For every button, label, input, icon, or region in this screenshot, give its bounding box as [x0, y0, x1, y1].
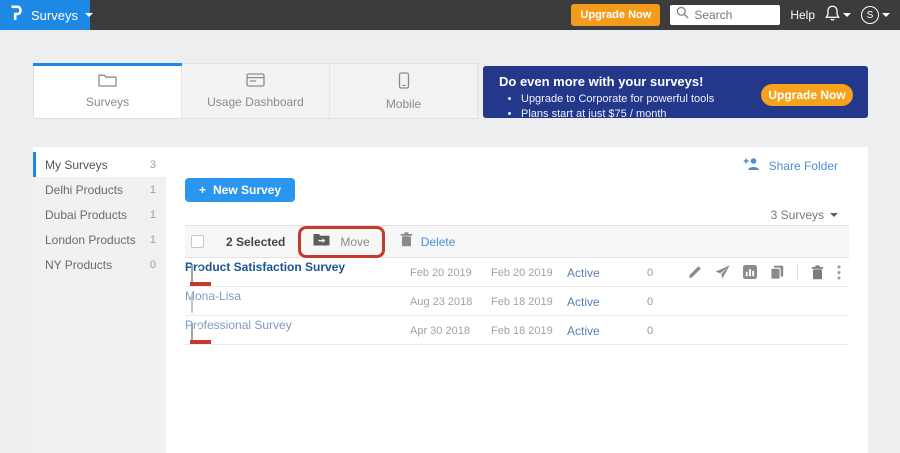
reports-icon[interactable] — [743, 265, 757, 279]
sidebar-item-my-surveys[interactable]: My Surveys 3 — [33, 152, 166, 177]
topbar-right: Upgrade Now Help S — [571, 4, 900, 26]
sidebar-item-london-products[interactable]: London Products 1 — [33, 227, 166, 252]
share-user-icon — [743, 157, 761, 174]
product-switcher[interactable]: Surveys — [0, 0, 90, 30]
modified-date: Feb 18 2019 — [491, 325, 553, 337]
search-input[interactable] — [694, 8, 774, 22]
chevron-down-icon — [843, 13, 851, 17]
send-icon[interactable] — [715, 265, 730, 279]
status-label: Active — [567, 295, 600, 309]
promo-bullet: Plans start at just $75 / month — [521, 107, 868, 122]
trash-icon — [400, 232, 413, 252]
tab-usage-dashboard[interactable]: Usage Dashboard — [182, 64, 330, 118]
divider — [797, 264, 798, 280]
folder-label: My Surveys — [45, 158, 108, 172]
folder-count: 1 — [150, 234, 156, 246]
folder-sidebar: My Surveys 3 Delhi Products 1 Dubai Prod… — [33, 152, 166, 453]
bell-icon — [825, 5, 840, 26]
help-link[interactable]: Help — [790, 8, 815, 22]
share-folder-label: Share Folder — [769, 159, 838, 173]
chevron-down-icon — [882, 13, 890, 17]
row-actions — [688, 258, 841, 286]
folder-icon — [98, 73, 117, 90]
sidebar-item-delhi-products[interactable]: Delhi Products 1 — [33, 177, 166, 202]
more-options-icon[interactable] — [837, 265, 841, 280]
select-all-checkbox[interactable] — [191, 235, 204, 248]
new-survey-label: New Survey — [213, 183, 281, 197]
new-survey-button[interactable]: + New Survey — [185, 178, 295, 202]
modified-date: Feb 20 2019 — [491, 267, 553, 279]
chevron-down-icon — [85, 13, 93, 17]
survey-title-link[interactable]: Mona-Lisa — [185, 289, 241, 303]
tab-label: Surveys — [86, 95, 129, 109]
created-date: Aug 23 2018 — [410, 296, 472, 308]
promo-banner: Do even more with your surveys! Upgrade … — [483, 66, 868, 118]
status-label: Active — [567, 266, 600, 280]
created-date: Feb 20 2019 — [410, 267, 472, 279]
delete-row-icon[interactable] — [811, 265, 824, 280]
table-row: Professional Survey Apr 30 2018 Feb 18 2… — [185, 316, 849, 345]
upgrade-now-button[interactable]: Upgrade Now — [571, 4, 660, 26]
topbar: Surveys Upgrade Now Help S — [0, 0, 900, 30]
modified-date: Feb 18 2019 — [491, 296, 553, 308]
proprofs-logo-icon — [10, 4, 24, 27]
share-folder-link[interactable]: Share Folder — [743, 157, 838, 174]
tab-label: Usage Dashboard — [207, 95, 304, 109]
tab-surveys[interactable]: Surveys — [34, 64, 182, 118]
folder-label: London Products — [45, 233, 136, 247]
annotation-underline — [190, 282, 211, 286]
dashboard-icon — [246, 73, 265, 90]
chevron-down-icon — [830, 213, 838, 217]
account-menu[interactable]: S — [861, 6, 890, 24]
sidebar-item-ny-products[interactable]: NY Products 0 — [33, 252, 166, 277]
table-row: Mona-Lisa Aug 23 2018 Feb 18 2019 Active… — [185, 287, 849, 316]
section-tabs: Surveys Usage Dashboard Mobile — [33, 63, 478, 119]
folder-count: 1 — [150, 184, 156, 196]
tab-mobile[interactable]: Mobile — [330, 64, 477, 118]
responses-count: 0 — [647, 325, 653, 337]
annotation-underline — [190, 340, 211, 344]
created-date: Apr 30 2018 — [410, 325, 470, 337]
plus-icon: + — [199, 183, 206, 197]
move-label[interactable]: Move — [340, 235, 369, 249]
avatar: S — [861, 6, 879, 24]
table-row: Product Satisfaction Survey Feb 20 2019 … — [185, 258, 849, 287]
sidebar-item-dubai-products[interactable]: Dubai Products 1 — [33, 202, 166, 227]
search-icon — [676, 6, 689, 24]
surveys-table: 2 Selected Move Delete — [185, 225, 849, 345]
surveys-count-label: 3 Surveys — [771, 208, 824, 222]
folder-label: Dubai Products — [45, 208, 127, 222]
delete-button[interactable]: Delete — [400, 232, 456, 252]
folder-label: Delhi Products — [45, 183, 123, 197]
responses-count: 0 — [647, 267, 653, 279]
move-button[interactable] — [313, 233, 330, 251]
notifications-menu[interactable] — [825, 5, 851, 26]
delete-label: Delete — [421, 235, 456, 249]
folder-count: 1 — [150, 209, 156, 221]
folder-count: 3 — [150, 159, 156, 171]
product-label: Surveys — [31, 8, 78, 23]
annotation-box-move: Move — [298, 226, 384, 258]
edit-icon[interactable] — [688, 265, 702, 279]
row-checkbox[interactable] — [191, 294, 193, 313]
search-box[interactable] — [670, 5, 780, 25]
main-content: My Surveys 3 Delhi Products 1 Dubai Prod… — [33, 147, 868, 453]
survey-title-link[interactable]: Product Satisfaction Survey — [185, 260, 345, 274]
surveys-count-dropdown[interactable]: 3 Surveys — [771, 208, 838, 222]
folder-label: NY Products — [45, 258, 112, 272]
tab-label: Mobile — [386, 97, 421, 111]
status-label: Active — [567, 324, 600, 338]
copy-icon[interactable] — [770, 265, 784, 280]
responses-count: 0 — [647, 296, 653, 308]
selection-toolbar: 2 Selected Move Delete — [185, 225, 849, 258]
app-screen: Surveys Upgrade Now Help S — [0, 0, 900, 453]
selected-count-label: 2 Selected — [226, 235, 285, 249]
banner-upgrade-button[interactable]: Upgrade Now — [761, 84, 853, 106]
mobile-icon — [398, 72, 410, 92]
folder-count: 0 — [150, 259, 156, 271]
